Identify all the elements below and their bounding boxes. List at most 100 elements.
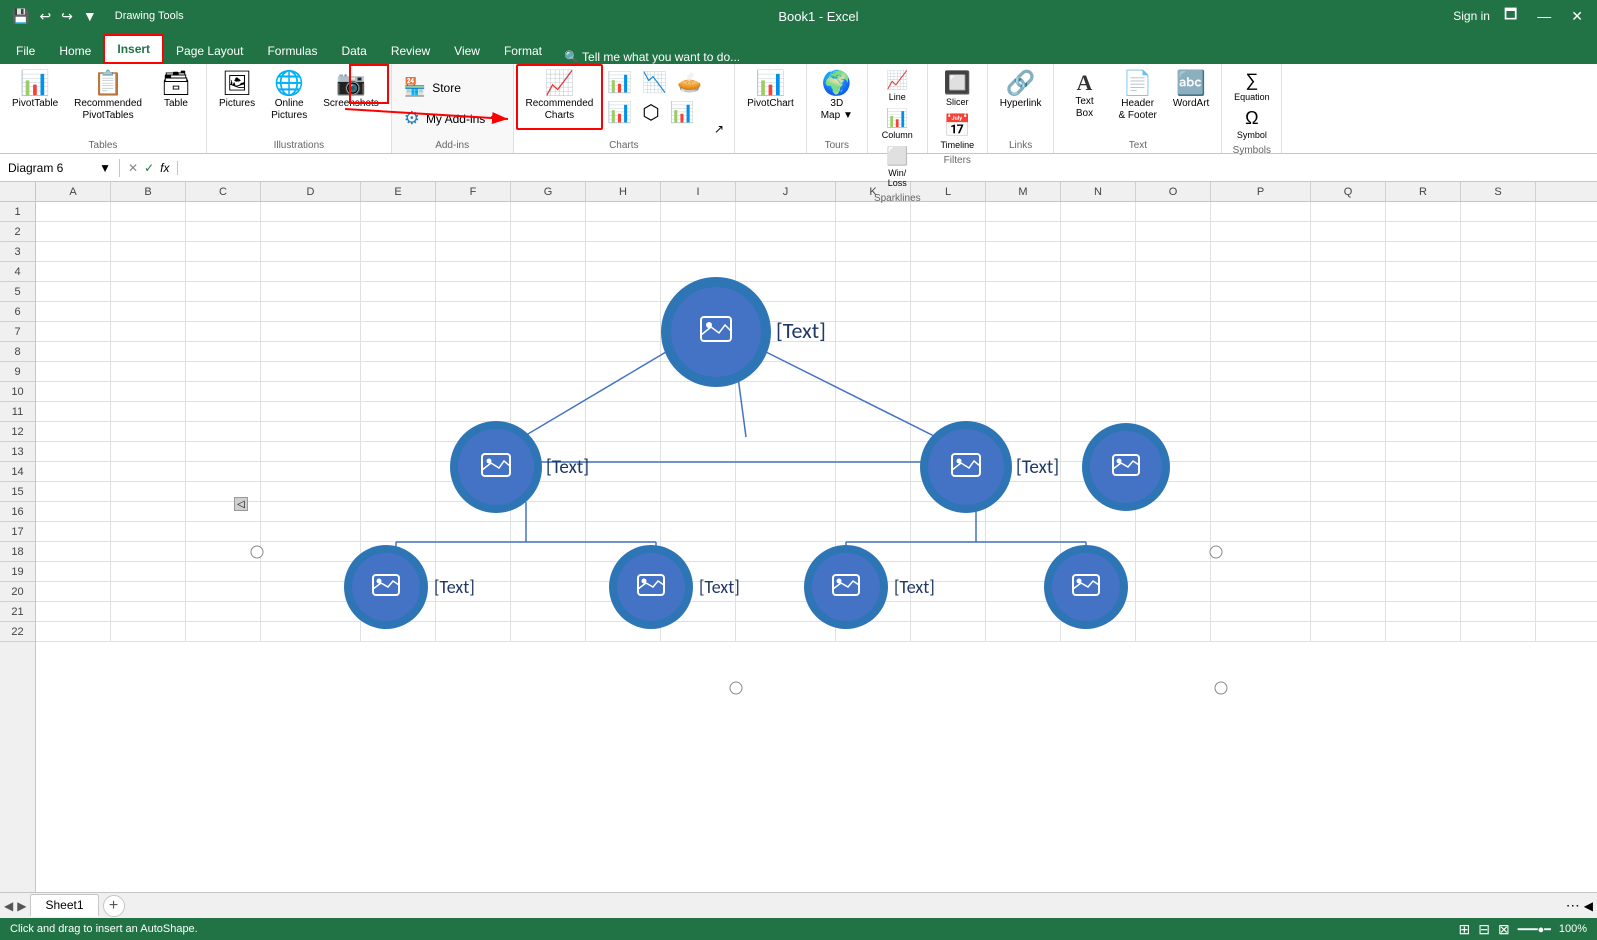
row-header-10[interactable]: 10 — [0, 382, 35, 402]
cancel-formula-icon[interactable]: ✕ — [128, 161, 138, 175]
sheet-tab-sheet1[interactable]: Sheet1 — [30, 894, 98, 917]
confirm-formula-icon[interactable]: ✓ — [144, 161, 154, 175]
charts-expand-button[interactable]: ↗ — [710, 120, 728, 138]
row-header-5[interactable]: 5 — [0, 282, 35, 302]
col-header-n[interactable]: N — [1061, 182, 1136, 201]
smartart-diagram[interactable]: [Text] [Text] — [256, 252, 1216, 692]
scroll-sheets-left[interactable]: ◀ — [4, 899, 13, 913]
row-header-3[interactable]: 3 — [0, 242, 35, 262]
pie-chart-button[interactable]: 🥧 — [673, 68, 706, 97]
row-header-6[interactable]: 6 — [0, 302, 35, 322]
row-header-17[interactable]: 17 — [0, 522, 35, 542]
select-all-button[interactable] — [0, 182, 36, 201]
col-header-d[interactable]: D — [261, 182, 361, 201]
row-header-13[interactable]: 13 — [0, 442, 35, 462]
pivotchart-button[interactable]: 📊 PivotChart — [741, 68, 800, 114]
tab-format[interactable]: Format — [492, 38, 554, 64]
row-header-1[interactable]: 1 — [0, 202, 35, 222]
scroll-left-icon[interactable]: ◀ — [1584, 899, 1593, 913]
tab-formulas[interactable]: Formulas — [255, 38, 329, 64]
selection-handle-bottom-right[interactable] — [1215, 682, 1227, 694]
tab-review[interactable]: Review — [379, 38, 442, 64]
redo-icon[interactable]: ↪ — [57, 5, 77, 28]
save-icon[interactable]: 💾 — [8, 5, 33, 28]
col-header-s[interactable]: S — [1461, 182, 1536, 201]
row-header-4[interactable]: 4 — [0, 262, 35, 282]
hyperlink-button[interactable]: 🔗 Hyperlink — [994, 68, 1048, 114]
row-header-12[interactable]: 12 — [0, 422, 35, 442]
col-header-b[interactable]: B — [111, 182, 186, 201]
col-header-i[interactable]: I — [661, 182, 736, 201]
recommended-charts-button[interactable]: 📈 RecommendedCharts — [520, 68, 600, 126]
row-header-11[interactable]: 11 — [0, 402, 35, 422]
node-top-inner[interactable] — [671, 287, 761, 377]
scroll-sheets-right[interactable]: ▶ — [17, 899, 26, 913]
row-header-18[interactable]: 18 — [0, 542, 35, 562]
row-header-21[interactable]: 21 — [0, 602, 35, 622]
wordart-button[interactable]: 🔤 WordArt — [1167, 68, 1216, 114]
my-addins-button[interactable]: ⚙ My Add-ins ▼ — [398, 105, 507, 132]
node-bot2-inner[interactable] — [617, 553, 685, 621]
node-bot1-inner[interactable] — [352, 553, 420, 621]
sign-in-button[interactable]: Sign in — [1453, 9, 1490, 23]
equation-button[interactable]: ∑ Equation — [1230, 68, 1274, 105]
page-break-view-icon[interactable]: ⊠ — [1498, 921, 1510, 938]
col-header-j[interactable]: J — [736, 182, 836, 201]
col-header-f[interactable]: F — [436, 182, 511, 201]
combo-chart-button[interactable]: 📊 — [666, 98, 699, 127]
add-sheet-button[interactable]: + — [103, 895, 125, 917]
node-bot4-inner[interactable] — [1052, 553, 1120, 621]
line-sparkline-button[interactable]: 📈 Line — [878, 68, 917, 105]
col-header-q[interactable]: Q — [1311, 182, 1386, 201]
pivot-table-button[interactable]: 📊 PivotTable — [6, 68, 64, 114]
name-box[interactable]: Diagram 6 ▼ — [0, 159, 120, 177]
row-header-15[interactable]: 15 — [0, 482, 35, 502]
row-header-2[interactable]: 2 — [0, 222, 35, 242]
tab-insert[interactable]: Insert — [103, 34, 164, 64]
page-layout-view-icon[interactable]: ⊟ — [1478, 921, 1490, 938]
customize-qat-icon[interactable]: ▼ — [79, 5, 101, 27]
col-header-l[interactable]: L — [911, 182, 986, 201]
row-header-22[interactable]: 22 — [0, 622, 35, 642]
store-button[interactable]: 🏪 Store — [398, 74, 467, 101]
col-header-c[interactable]: C — [186, 182, 261, 201]
diagram-collapse-handle[interactable]: ◁ — [234, 497, 248, 511]
scroll-options-icon[interactable]: ⋯ — [1566, 897, 1580, 914]
column-sparkline-button[interactable]: 📊 Column — [878, 106, 917, 143]
row-header-20[interactable]: 20 — [0, 582, 35, 602]
col-header-m[interactable]: M — [986, 182, 1061, 201]
selection-handle-right[interactable] — [1210, 546, 1222, 558]
slicer-button[interactable]: 🔲 Slicer — [936, 68, 978, 110]
recommended-pivot-tables-button[interactable]: 📋 RecommendedPivotTables — [68, 68, 148, 126]
col-header-r[interactable]: R — [1386, 182, 1461, 201]
col-header-p[interactable]: P — [1211, 182, 1311, 201]
normal-view-icon[interactable]: ⊞ — [1459, 921, 1471, 938]
line-chart-button[interactable]: 📉 — [638, 68, 671, 97]
col-header-g[interactable]: G — [511, 182, 586, 201]
column-chart-button[interactable]: 📊 — [603, 68, 636, 97]
header-footer-button[interactable]: 📄 Header& Footer — [1112, 68, 1162, 126]
cell-a1[interactable] — [36, 202, 111, 221]
minimize-icon[interactable]: — — [1531, 6, 1557, 26]
row-header-16[interactable]: 16 — [0, 502, 35, 522]
node-bot3-inner[interactable] — [812, 553, 880, 621]
tab-home[interactable]: Home — [47, 38, 103, 64]
tab-data[interactable]: Data — [329, 38, 378, 64]
selection-handle-bottom[interactable] — [730, 682, 742, 694]
close-icon[interactable]: ✕ — [1565, 6, 1589, 27]
col-header-h[interactable]: H — [586, 182, 661, 201]
row-header-9[interactable]: 9 — [0, 362, 35, 382]
textbox-button[interactable]: A TextBox — [1060, 68, 1108, 124]
undo-icon[interactable]: ↩ — [35, 5, 55, 28]
scatter-chart-button[interactable]: ⬡ — [638, 98, 663, 127]
name-box-dropdown-icon[interactable]: ▼ — [99, 161, 111, 175]
col-header-a[interactable]: A — [36, 182, 111, 201]
online-pictures-button[interactable]: 🌐 OnlinePictures — [265, 68, 313, 126]
pictures-button[interactable]: 🖼 Pictures — [213, 68, 261, 114]
row-header-19[interactable]: 19 — [0, 562, 35, 582]
col-header-e[interactable]: E — [361, 182, 436, 201]
bar-chart-button[interactable]: 📊 — [603, 98, 636, 127]
table-button[interactable]: 🗃 Table — [152, 68, 200, 114]
insert-function-icon[interactable]: fx — [160, 161, 169, 175]
restore-icon[interactable]: 🗖 — [1498, 2, 1523, 30]
